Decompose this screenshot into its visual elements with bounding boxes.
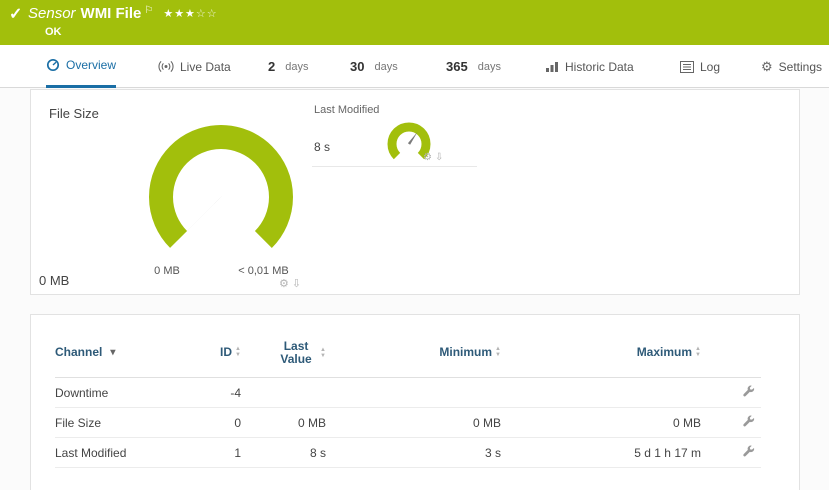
gauge-scale-max: < 0,01 MB bbox=[216, 265, 311, 277]
stars-empty: ☆☆ bbox=[196, 8, 218, 20]
primary-gauge-title: File Size bbox=[49, 106, 99, 121]
cell-maximum bbox=[501, 378, 701, 408]
tab-label: Live Data bbox=[180, 60, 231, 74]
gauge-toolbar: ⚙⇩ bbox=[423, 152, 446, 163]
tab-2-days[interactable]: 2 days bbox=[268, 45, 308, 88]
tab-live-data[interactable]: Live Data bbox=[158, 45, 231, 88]
status-check-icon: ✓ bbox=[9, 4, 22, 24]
chevron-down-icon[interactable]: ▾ bbox=[110, 347, 115, 358]
tab-number: 2 bbox=[268, 59, 275, 74]
column-header-id[interactable]: ID▲▼ bbox=[200, 327, 241, 378]
column-label: ID bbox=[220, 345, 232, 359]
sensor-header: ✓ Sensor WMI File ⚐ ★★★☆☆ OK bbox=[0, 0, 829, 45]
wrench-icon[interactable] bbox=[742, 385, 761, 401]
gauge-scale-min: 0 MB bbox=[132, 265, 202, 277]
column-label: Channel bbox=[55, 345, 102, 359]
sensor-title-row: Sensor WMI File ⚐ ★★★☆☆ bbox=[28, 5, 218, 22]
column-header-maximum[interactable]: Maximum▲▼ bbox=[501, 327, 701, 378]
cell-minimum bbox=[326, 378, 501, 408]
cell-id: 0 bbox=[200, 408, 241, 438]
column-label: Minimum bbox=[439, 345, 492, 359]
sort-icon[interactable]: ▲▼ bbox=[695, 346, 701, 358]
cell-maximum: 0 MB bbox=[501, 408, 701, 438]
tab-label: days bbox=[285, 61, 308, 73]
pin-icon[interactable]: ⇩ bbox=[292, 278, 304, 290]
overview-icon bbox=[46, 58, 60, 72]
wrench-icon[interactable] bbox=[742, 445, 761, 461]
sensor-kind-label: Sensor bbox=[28, 5, 76, 22]
tab-log[interactable]: Log bbox=[680, 45, 720, 88]
tab-label: Log bbox=[700, 60, 720, 74]
last-modified-gauge bbox=[379, 116, 441, 178]
file-size-gauge bbox=[136, 117, 306, 267]
column-label: Maximum bbox=[637, 345, 692, 359]
cell-last-value: 0 MB bbox=[241, 408, 326, 438]
table-row[interactable]: Last Modified 1 8 s 3 s 5 d 1 h 17 m bbox=[55, 438, 761, 468]
sort-icon[interactable]: ▲▼ bbox=[495, 346, 501, 358]
cell-last-value bbox=[241, 378, 326, 408]
cell-id: -4 bbox=[200, 378, 241, 408]
prtg-sensor-page: ✓ Sensor WMI File ⚐ ★★★☆☆ OK Overview Li… bbox=[0, 0, 829, 490]
column-header-last-value[interactable]: Last Value▲▼ bbox=[241, 327, 326, 378]
gauge-toolbar: ⚙⇩ bbox=[279, 277, 304, 290]
sort-icon[interactable]: ▲▼ bbox=[235, 346, 241, 358]
sort-icon[interactable]: ▲▼ bbox=[320, 347, 326, 359]
channel-table-panel: Channel▾ ID▲▼ Last Value▲▼ Minimum▲▼ Max… bbox=[30, 314, 800, 490]
stars-filled: ★★★ bbox=[163, 8, 196, 20]
tab-365-days[interactable]: 365 days bbox=[446, 45, 501, 88]
log-icon bbox=[680, 61, 694, 73]
tab-label: days bbox=[478, 61, 501, 73]
tab-30-days[interactable]: 30 days bbox=[350, 45, 398, 88]
tab-label: Historic Data bbox=[565, 60, 634, 74]
cell-maximum: 5 d 1 h 17 m bbox=[501, 438, 701, 468]
cell-id: 1 bbox=[200, 438, 241, 468]
last-modified-value: 8 s bbox=[314, 140, 330, 154]
secondary-gauge-title: Last Modified bbox=[314, 104, 379, 116]
channel-table: Channel▾ ID▲▼ Last Value▲▼ Minimum▲▼ Max… bbox=[55, 327, 761, 468]
live-data-icon bbox=[158, 60, 174, 73]
wrench-icon[interactable] bbox=[742, 415, 761, 431]
historic-data-icon bbox=[545, 60, 559, 73]
tab-bar: Overview Live Data 2days 30days 365days … bbox=[0, 45, 829, 88]
gauge-needle bbox=[408, 132, 418, 145]
sensor-title: WMI File bbox=[81, 5, 142, 22]
tab-label: days bbox=[374, 61, 397, 73]
priority-stars[interactable]: ★★★☆☆ bbox=[163, 7, 217, 20]
tab-number: 365 bbox=[446, 59, 468, 74]
gauges-panel: File Size 0 MB < 0,01 MB 0 MB ⚙⇩ Last Mo… bbox=[30, 89, 800, 295]
cell-last-value: 8 s bbox=[241, 438, 326, 468]
file-size-value: 0 MB bbox=[39, 273, 69, 288]
gear-icon[interactable]: ⚙ bbox=[279, 278, 292, 290]
tab-label: Settings bbox=[779, 60, 822, 74]
tab-overview[interactable]: Overview bbox=[46, 45, 116, 88]
cell-minimum: 0 MB bbox=[326, 408, 501, 438]
column-label: Last Value bbox=[275, 340, 317, 366]
divider bbox=[312, 166, 477, 167]
table-row[interactable]: Downtime -4 bbox=[55, 378, 761, 408]
gauge-needle bbox=[181, 195, 222, 236]
tab-historic-data[interactable]: Historic Data bbox=[545, 45, 634, 88]
table-row[interactable]: File Size 0 0 MB 0 MB 0 MB bbox=[55, 408, 761, 438]
cell-channel[interactable]: File Size bbox=[55, 408, 200, 438]
tab-number: 30 bbox=[350, 59, 364, 74]
gear-icon[interactable]: ⚙ bbox=[423, 152, 435, 163]
tab-settings[interactable]: ⚙ Settings bbox=[761, 45, 822, 88]
pin-icon[interactable]: ⇩ bbox=[435, 152, 446, 163]
gear-icon: ⚙ bbox=[761, 59, 773, 75]
cell-minimum: 3 s bbox=[326, 438, 501, 468]
status-badge: OK bbox=[45, 26, 62, 38]
column-header-minimum[interactable]: Minimum▲▼ bbox=[326, 327, 501, 378]
column-header-channel[interactable]: Channel ▾ bbox=[55, 327, 200, 378]
flag-icon[interactable]: ⚐ bbox=[144, 5, 153, 16]
table-header-row: Channel▾ ID▲▼ Last Value▲▼ Minimum▲▼ Max… bbox=[55, 327, 761, 378]
cell-channel[interactable]: Downtime bbox=[55, 378, 200, 408]
column-header-actions bbox=[701, 327, 761, 378]
tab-label: Overview bbox=[66, 58, 116, 72]
cell-channel[interactable]: Last Modified bbox=[55, 438, 200, 468]
